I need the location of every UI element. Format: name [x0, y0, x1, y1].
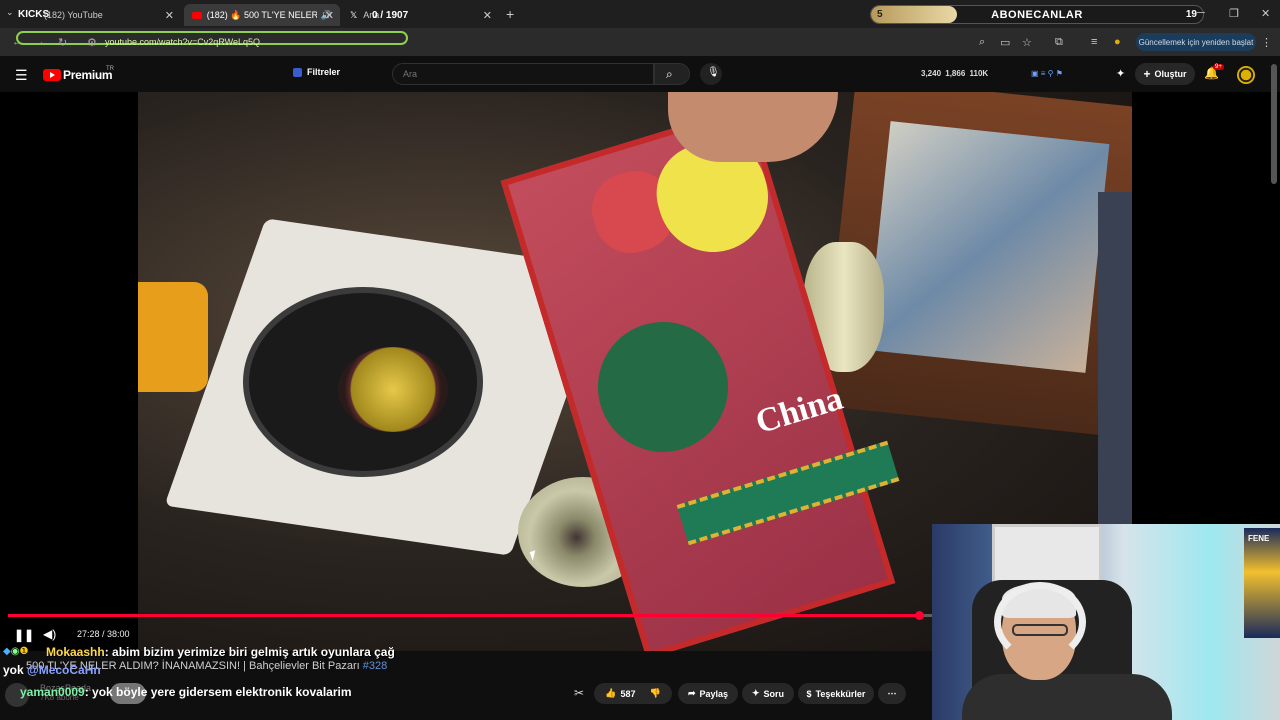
chat-username: yaman0009 [20, 685, 85, 699]
more-actions-button[interactable]: ⋯ [878, 683, 906, 704]
close-tab-icon[interactable]: ✕ [325, 9, 334, 22]
region-code: TR [106, 66, 114, 72]
bookmark-star-icon[interactable]: ☆ [1022, 36, 1032, 49]
extension-icon[interactable]: ▣ ≡ ⚲ ⚑ [1031, 69, 1063, 78]
sparkle-icon: ✦ [751, 688, 760, 698]
thanks-label: Teşekkürler [815, 688, 866, 699]
close-tab-icon[interactable]: ✕ [483, 9, 492, 22]
display-case-contents [866, 121, 1110, 373]
hand [668, 92, 838, 162]
chat-message: yaman0009: yok böyle yere gidersem elekt… [20, 685, 352, 699]
avatar[interactable] [1237, 66, 1255, 84]
reload-icon[interactable]: ↻ [58, 36, 67, 49]
chat-badges: ◆◉❶ [3, 646, 28, 657]
tab-title: (182) YouTube [44, 10, 103, 20]
remix-icon[interactable]: ✂ [574, 686, 584, 700]
profile-icon[interactable]: ● [1114, 36, 1121, 48]
youtube-premium-logo[interactable]: Premium [63, 68, 113, 82]
chat-username: Mokaashh [46, 645, 105, 659]
minimize-icon[interactable]: ─ [1197, 7, 1205, 19]
page-scrollbar[interactable] [1271, 64, 1277, 184]
new-tab-icon[interactable]: + [506, 6, 514, 22]
chat-message: Mokaashh: abim bizim yerimize biri gelmi… [3, 645, 395, 659]
webcam-glasses [1012, 624, 1068, 636]
share-label: Paylaş [699, 688, 729, 699]
notification-count-badge: 9+ [1213, 64, 1224, 70]
time-display: 27:28 / 38:00 [77, 629, 130, 639]
filters-button[interactable]: Filtreler [307, 67, 340, 77]
badge-icon: ❶ [19, 646, 29, 657]
youtube-favicon-icon [192, 11, 202, 19]
search-button[interactable]: ⌕ [654, 63, 690, 85]
restore-icon[interactable]: ❐ [1229, 7, 1239, 20]
tab-youtube[interactable]: (182) YouTube ✕ [4, 4, 180, 26]
volume-icon[interactable]: ◀) [43, 627, 56, 641]
create-label: Oluştur [1154, 69, 1187, 79]
browser-menu-icon[interactable]: ⋮ [1261, 36, 1272, 49]
video-tag[interactable]: #328 [363, 660, 387, 672]
search-icon: ⌕ [666, 67, 673, 81]
like-button[interactable]: 👍 587 👎 [594, 683, 672, 704]
webcam-flag [1244, 528, 1280, 638]
create-post-icon[interactable]: ✦ [1116, 67, 1125, 80]
ask-button[interactable]: ✦ Soru [742, 683, 794, 704]
youtube-logo-icon[interactable] [43, 69, 61, 81]
toy-car [138, 282, 208, 392]
webcam-overlay: FENE [932, 524, 1280, 720]
x-logo-icon: 𝕏 [350, 9, 358, 20]
voice-search-button[interactable]: 🎙 [700, 63, 722, 85]
plus-icon: + [1143, 67, 1151, 81]
flag-text: FENE [1248, 534, 1270, 543]
thanks-button[interactable]: $ Teşekkürler [798, 683, 874, 704]
video-progress-bar[interactable] [8, 611, 932, 620]
thumbs-up-icon: 👍 [605, 688, 617, 698]
headphones-icon [994, 582, 1086, 662]
reading-list-icon[interactable]: ≡ [1091, 36, 1097, 48]
chat-mention: @MecoCaHn [27, 663, 101, 677]
update-restart-button[interactable]: Güncellemek için yeniden başlat [1136, 33, 1256, 51]
chat-message-continued: yok @MecoCaHn [3, 663, 101, 677]
channel-stats: 3,240 1,866 110K [921, 69, 989, 78]
window-close-icon[interactable]: ✕ [1261, 7, 1270, 20]
site-info-icon[interactable]: ⚙ [87, 36, 97, 49]
super-thanks-icon: $ [806, 688, 812, 699]
zoom-icon[interactable]: ⌕ [979, 36, 985, 49]
chat-text: yok [3, 663, 28, 677]
tab-x[interactable]: 𝕏 Ana ✕ [342, 4, 498, 26]
close-tab-icon[interactable]: ✕ [165, 9, 174, 22]
menu-icon[interactable]: ☰ [15, 67, 28, 84]
share-icon: ➦ [687, 688, 696, 698]
tab-active-video[interactable]: (182) 🔥 500 TL'YE NELER A 🔊 ✕ [184, 4, 340, 26]
ask-label: Soru [763, 688, 785, 699]
subscriber-goal-title: ABONECANLAR [991, 9, 1083, 21]
thumbs-down-icon[interactable]: 👎 [650, 688, 661, 699]
cast-icon[interactable]: ▭ [1000, 36, 1010, 49]
filter-icon [293, 68, 302, 77]
url-field[interactable]: youtube.com/watch?v=Cv2qRWeLq5Q [105, 37, 260, 47]
subscriber-goal-target: 19 [1185, 9, 1197, 20]
create-button[interactable]: + Oluştur [1135, 63, 1195, 85]
search-input[interactable] [392, 63, 654, 85]
pause-icon[interactable]: ❚❚ [14, 628, 34, 642]
subscriber-goal-bar: 5 ABONECANLAR 19 [870, 5, 1204, 24]
microphone-icon: 🎙 [707, 67, 720, 78]
overlay-counter: 0 / 1907 [372, 10, 409, 21]
chat-text: : abim bizim yerimize biri gelmiş artık … [104, 645, 395, 659]
webcam-shirt [962, 674, 1172, 720]
chat-text: : yok böyle yere gidersem elektronik kov… [84, 685, 352, 699]
badge-icon: ◆ [3, 646, 11, 657]
share-button[interactable]: ➦ Paylaş [678, 683, 738, 704]
video-progress-fill [8, 614, 920, 617]
back-icon[interactable]: ← [12, 36, 23, 48]
more-icon: ⋯ [887, 688, 897, 698]
like-count: 587 [620, 688, 636, 699]
forward-icon[interactable]: → [34, 36, 45, 48]
roulette-center [338, 347, 448, 432]
tab-title: (182) 🔥 500 TL'YE NELER A [206, 9, 317, 20]
progress-scrubber-handle[interactable] [915, 611, 925, 620]
extensions-icon[interactable]: ⧉ [1055, 36, 1063, 49]
